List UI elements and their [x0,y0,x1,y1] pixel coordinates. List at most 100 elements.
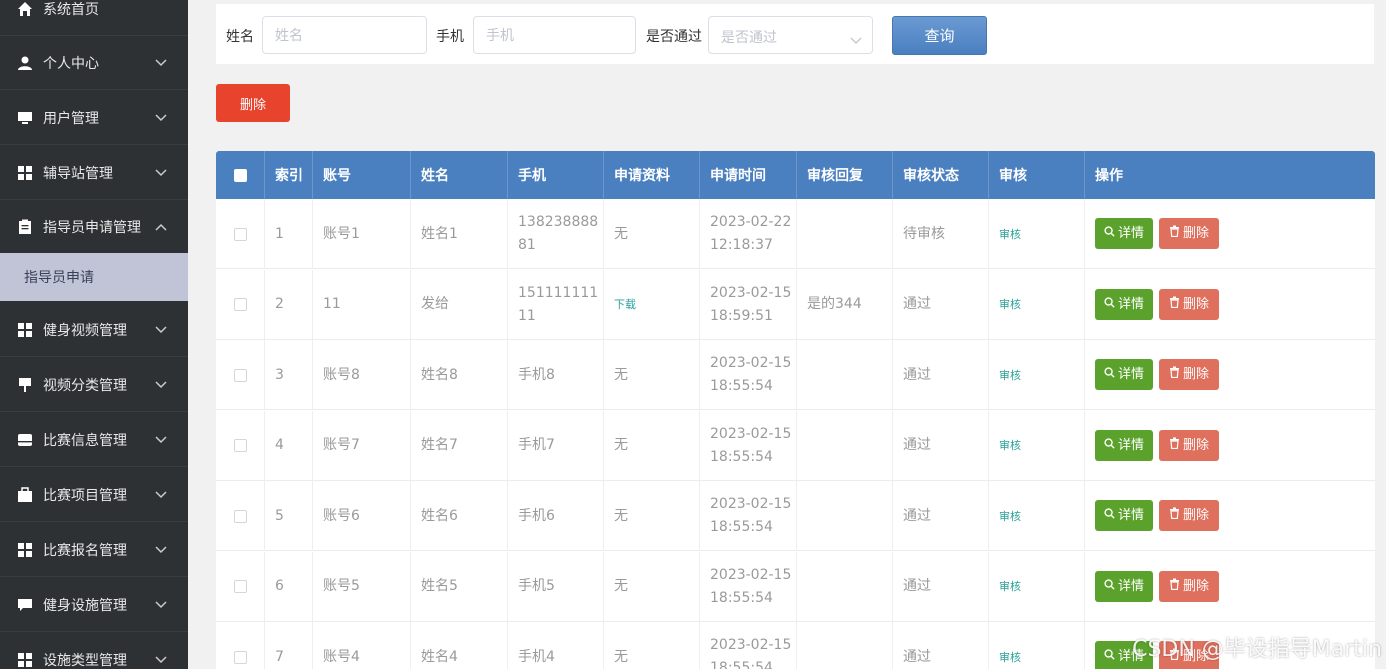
delete-button[interactable]: 删除 [1159,429,1219,461]
inbox-icon [17,432,33,448]
status-value: 通过 [903,366,931,383]
row-checkbox[interactable] [233,509,247,523]
sidebar-subitem-instructor-application[interactable]: 指导员申请 [0,253,188,301]
sidebar-item-competition-registration[interactable]: 比赛报名管理 [0,523,188,577]
briefcase-icon [17,486,33,503]
header-reply: 审核回复 [797,151,893,199]
download-link[interactable]: 下载 [614,293,636,316]
status-value: 通过 [903,507,931,524]
sidebar-item-video-category[interactable]: 视频分类管理 [0,358,188,412]
delete-button-label: 删除 [1182,578,1209,594]
sidebar-item-fitness-facility[interactable]: 健身设施管理 [0,578,188,632]
cell-audit: 审核 [989,551,1085,622]
header-material: 申请资料 [604,151,700,199]
trash-icon [1169,434,1180,457]
header-audit: 审核 [989,151,1085,199]
account-value: 账号8 [323,366,360,383]
detail-button[interactable]: 详情 [1095,288,1153,320]
row-checkbox[interactable] [233,368,247,382]
clipboard-icon [17,219,33,235]
detail-button[interactable]: 详情 [1095,500,1153,531]
time-value: 2023-02-15 18:55:54 [710,637,792,669]
cell-time: 2023-02-22 12:18:37 [700,199,797,269]
detail-button[interactable]: 详情 [1095,218,1153,249]
passed-select[interactable]: 是否通过 [708,16,873,54]
row-checkbox-cell [216,340,265,410]
batch-delete-button[interactable]: 删除 [216,84,290,122]
account-value: 账号1 [323,225,360,242]
query-button[interactable]: 查询 [892,16,987,55]
phone-label: 手机 [436,29,464,45]
delete-button[interactable]: 删除 [1159,500,1219,531]
cell-status: 通过 [893,340,989,410]
sidebar-item-label: 系统首页 [43,1,99,18]
sidebar-item-user-management[interactable]: 用户管理 [0,91,188,145]
detail-button[interactable]: 详情 [1095,570,1153,602]
delete-button[interactable]: 删除 [1159,218,1219,249]
row-checkbox[interactable] [233,580,247,593]
audit-link[interactable]: 审核 [999,646,1021,669]
table-row: 4 账号7 姓名7 手机7 无 2023-02-15 18:55:54 通过 审核 详情 删除 [216,410,1375,481]
audit-link[interactable]: 审核 [999,223,1021,246]
status-value: 通过 [903,296,931,312]
sidebar-item-fitness-video[interactable]: 健身视频管理 [0,303,188,357]
delete-button[interactable]: 删除 [1159,288,1219,320]
cell-time: 2023-02-15 18:59:51 [700,269,797,340]
passed-label: 是否通过 [646,29,702,45]
header-phone: 手机 [508,151,604,199]
chevron-down-icon [154,600,168,609]
monitor-icon [17,110,33,126]
audit-link[interactable]: 审核 [999,505,1021,528]
detail-button[interactable]: 详情 [1095,359,1153,390]
select-all-checkbox[interactable] [233,168,247,182]
sidebar-item-tutor-station[interactable]: 辅导站管理 [0,146,188,200]
index-value: 3 [275,366,284,383]
cell-index: 2 [265,269,313,340]
cell-name: 发给 [411,269,508,340]
row-checkbox[interactable] [233,650,247,664]
cell-operation: 详情 删除 [1085,340,1375,410]
cell-audit: 审核 [989,622,1085,669]
cell-time: 2023-02-15 18:55:54 [700,340,797,410]
detail-button[interactable]: 详情 [1095,429,1153,461]
sidebar-item-label: 指导员申请管理 [43,219,141,236]
sidebar-item-personal-center[interactable]: 个人中心 [0,36,188,90]
sidebar-item-home[interactable]: 系统首页 [0,0,188,36]
account-value: 11 [323,296,341,312]
delete-button[interactable]: 删除 [1159,570,1219,602]
cell-name: 姓名4 [411,622,508,669]
detail-button-label: 详情 [1117,296,1144,312]
row-checkbox[interactable] [233,298,247,311]
audit-link[interactable]: 审核 [999,434,1021,457]
status-value: 通过 [903,437,931,453]
search-icon [1104,645,1115,668]
chevron-down-icon [154,655,168,664]
delete-button-label: 删除 [1182,437,1209,453]
cell-phone: 手机7 [508,410,604,481]
grid-icon [17,322,33,338]
audit-link[interactable]: 审核 [999,293,1021,316]
phone-input[interactable] [473,16,636,54]
sidebar-item-competition-info[interactable]: 比赛信息管理 [0,413,188,467]
chevron-down-icon [154,58,168,67]
sidebar-item-facility-type[interactable]: 设施类型管理 [0,633,188,669]
name-label: 姓名 [226,29,254,45]
search-icon [1104,363,1115,386]
audit-link[interactable]: 审核 [999,575,1021,598]
name-input[interactable] [262,16,427,54]
phone-value: 手机8 [518,366,555,383]
row-checkbox[interactable] [233,227,247,241]
row-checkbox[interactable] [233,439,247,452]
name-value: 姓名8 [421,366,458,383]
sidebar-item-instructor-application[interactable]: 指导员申请管理 [0,200,188,254]
sidebar-item-competition-project[interactable]: 比赛项目管理 [0,468,188,522]
cell-phone: 手机6 [508,481,604,551]
cell-material: 无 [604,622,700,669]
cell-index: 7 [265,622,313,669]
sidebar-item-label: 用户管理 [43,110,99,127]
audit-link[interactable]: 审核 [999,364,1021,387]
row-checkbox-cell [216,481,265,551]
name-value: 发给 [421,296,449,312]
cell-operation: 详情 删除 [1085,270,1375,340]
delete-button[interactable]: 删除 [1159,359,1219,390]
